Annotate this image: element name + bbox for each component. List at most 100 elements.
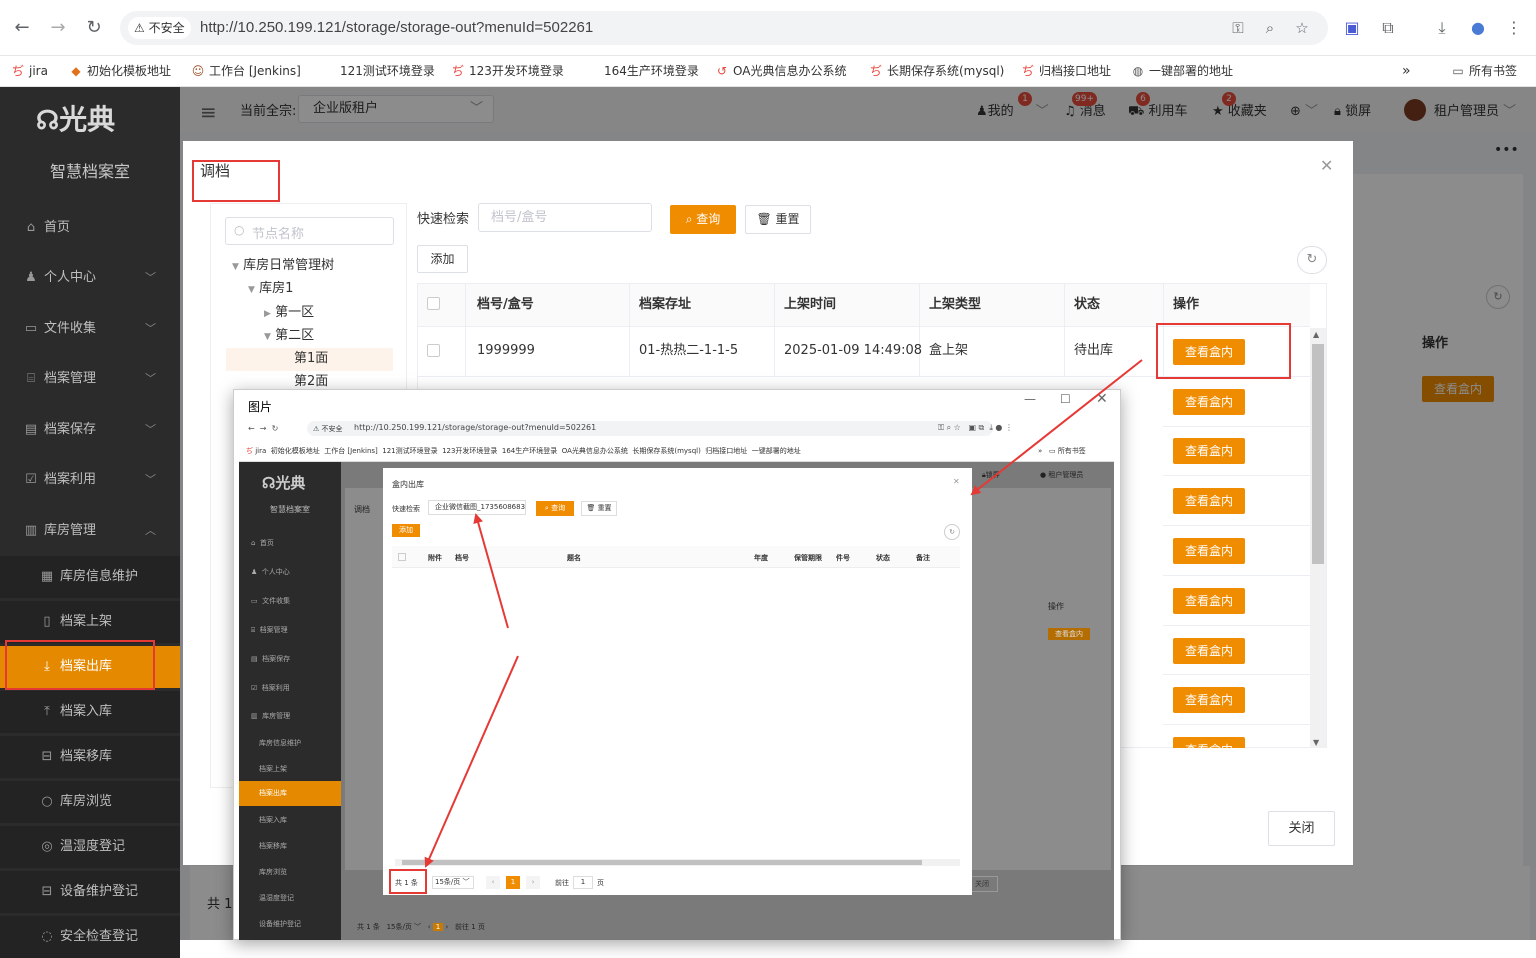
view-box-button[interactable]: 查看盒内	[1173, 488, 1245, 514]
submenu-move[interactable]: ⊟ 档案移库	[0, 736, 180, 778]
close-icon[interactable]: ✕	[1320, 156, 1333, 175]
minimize-icon[interactable]: —	[1024, 392, 1036, 406]
bookmark-item[interactable]: 121测试环境登录	[340, 61, 435, 81]
inner-url: http://10.250.199.121/storage/storage-ou…	[354, 423, 597, 432]
inner-menu: ⌂ 首页	[251, 539, 274, 547]
view-box-button[interactable]: 查看盒内	[1173, 438, 1245, 464]
download-icon[interactable]: ⤓	[1430, 15, 1454, 41]
key-icon[interactable]: ⚿	[1228, 18, 1248, 38]
inner-bookmark: 123开发环境登录	[442, 447, 498, 455]
menu-personal[interactable]: ♟ 个人中心 ﹀	[0, 258, 180, 298]
cell-status: 待出库	[1074, 343, 1114, 358]
bookmark-item[interactable]: ↺ OA光典信息办公系统	[714, 61, 846, 81]
submenu-equipment[interactable]: ⊟ 设备维护登记	[0, 871, 180, 913]
refresh-icon[interactable]: ↻	[1297, 246, 1327, 274]
tree-node-warehouse[interactable]: ▼ 库房1	[248, 278, 293, 300]
view-box-button[interactable]: 查看盒内	[1173, 588, 1245, 614]
gauge-icon: ◎	[41, 839, 53, 854]
address-bar[interactable]: ⚠ 不安全 http://10.250.199.121/storage/stor…	[120, 11, 1328, 45]
chevron-down-icon: ﹀	[145, 423, 156, 436]
inner-bg-goto: 前往	[454, 923, 469, 931]
zoom-icon[interactable]: ⌕	[1260, 18, 1280, 38]
tree-node-zone1[interactable]: ▶ 第一区	[264, 302, 314, 324]
menu-warehouse[interactable]: ▥ 库房管理 ︿	[0, 511, 180, 551]
bookmark-item[interactable]: ◆ 初始化模板地址	[68, 61, 171, 81]
inner-query-button: ⌕ 查询	[536, 501, 574, 516]
menu-manage[interactable]: ⌸ 档案管理 ﹀	[0, 359, 180, 399]
reload-icon[interactable]: ↻	[80, 14, 108, 42]
submenu-label: 档案入库	[60, 704, 113, 719]
star-icon[interactable]: ☆	[1292, 18, 1312, 38]
submenu-browse[interactable]: ○ 库房浏览	[0, 781, 180, 823]
submenu-inbound[interactable]: ⤒ 档案入库	[0, 691, 180, 733]
inner-menu-label: 文件收集	[262, 597, 291, 605]
submenu-label: 温湿度登记	[60, 839, 126, 854]
menu-icon[interactable]: ⋮	[1502, 15, 1526, 41]
scroll-down-icon[interactable]: ▼	[1313, 738, 1319, 747]
inner-submenu: 档案入库	[239, 806, 341, 834]
submenu-info[interactable]: ▦ 库房信息维护	[0, 556, 180, 598]
url-text[interactable]: http://10.250.199.121/storage/storage-ou…	[200, 11, 593, 45]
view-box-button[interactable]: 查看盒内	[1173, 389, 1245, 415]
menu-collect[interactable]: ▭ 文件收集 ﹀	[0, 309, 180, 349]
inner-submenu: 温湿度登记	[239, 884, 341, 912]
add-button[interactable]: 添加	[417, 245, 468, 273]
trash-icon: 🗑︎	[756, 212, 772, 226]
extension-icon[interactable]: ▣	[1340, 15, 1364, 41]
insecure-badge[interactable]: ⚠ 不安全	[128, 17, 191, 39]
menu-use[interactable]: ☑ 档案利用 ﹀	[0, 460, 180, 500]
chevron-down-icon: ﹀	[145, 271, 156, 284]
shield-icon: ◌	[41, 929, 53, 944]
maximize-icon[interactable]: ☐	[1060, 392, 1071, 406]
view-box-button[interactable]: 查看盒内	[1173, 638, 1245, 664]
building-icon: ▥	[24, 523, 38, 538]
tree-node-zone2[interactable]: ▼ 第二区	[264, 325, 314, 347]
query-button[interactable]: ⌕ 查询	[670, 205, 736, 234]
bookmark-item[interactable]: 164生产环境登录	[604, 61, 699, 81]
col-op: 操作	[1173, 284, 1200, 326]
forward-icon[interactable]: →	[44, 14, 72, 42]
puzzle-icon[interactable]: ⧉	[1376, 15, 1400, 41]
bookmark-item[interactable]: ぢ归档接口地址	[1020, 61, 1111, 81]
back-icon[interactable]: ←	[8, 14, 36, 42]
view-box-button[interactable]: 查看盒内	[1173, 538, 1245, 564]
submenu-safety[interactable]: ◌ 安全检查登记	[0, 916, 180, 958]
view-box-button[interactable]: 查看盒内	[1173, 737, 1245, 748]
profile-icon[interactable]: ●	[1466, 15, 1490, 41]
select-all-checkbox[interactable]	[427, 297, 440, 310]
transfer-icon: ⊟	[41, 749, 53, 764]
view-box-button[interactable]: 查看盒内	[1173, 687, 1245, 713]
view-box-button-clipped[interactable]: 查看盒内	[1173, 737, 1245, 748]
reset-button[interactable]: 🗑︎ 重置	[745, 205, 811, 234]
bookmark-item[interactable]: ぢ 123开发环境登录	[450, 61, 564, 81]
all-bookmarks[interactable]: ▭ 所有书签	[1450, 61, 1517, 81]
inner-quick-search-label: 快速检索	[392, 505, 420, 513]
scroll-up-icon[interactable]: ▲	[1313, 330, 1319, 339]
menu-home[interactable]: ⌂ 首页	[0, 208, 180, 248]
tree-node-face1[interactable]: 第1面	[294, 348, 328, 370]
bookmark-item[interactable]: ぢ jira	[10, 61, 48, 81]
row-checkbox[interactable]	[427, 344, 440, 357]
app-logo: ☊光典	[36, 98, 115, 138]
tree-search-input[interactable]: ○ 节点名称	[225, 217, 394, 245]
inner-bookmark: 121测试环境登录	[382, 447, 438, 455]
inner-submenu: 档案移库	[239, 832, 341, 860]
scroll-thumb[interactable]	[1312, 344, 1324, 564]
row-divider	[1163, 525, 1310, 526]
close-icon[interactable]: ✕	[1096, 391, 1108, 407]
bookmark-item[interactable]: ◍ 一键部署的地址	[1130, 61, 1233, 81]
submenu-humidity[interactable]: ◎ 温湿度登记	[0, 826, 180, 868]
quick-search-input[interactable]: 档号/盒号	[478, 203, 652, 232]
tree-node-root[interactable]: ▼ 库房日常管理树	[232, 255, 334, 277]
close-button[interactable]: 关闭	[1268, 811, 1335, 846]
highlight-box	[1156, 323, 1291, 379]
bookmark-item[interactable]: ☺ 工作台 [Jenkins]	[190, 61, 301, 81]
more-bookmarks[interactable]: »	[1402, 61, 1411, 81]
submenu-label: 档案上架	[60, 614, 113, 629]
inner-col: 保管期限	[794, 554, 822, 562]
inner-submenu: 档案上架	[239, 755, 341, 783]
bookmark-item[interactable]: ぢ长期保存系统(mysql)	[868, 61, 1004, 81]
submenu-shelve[interactable]: ▯ 档案上架	[0, 601, 180, 643]
inner-header-user: ● 租户管理员	[1040, 471, 1084, 479]
menu-preserve[interactable]: ▤ 档案保存 ﹀	[0, 410, 180, 450]
